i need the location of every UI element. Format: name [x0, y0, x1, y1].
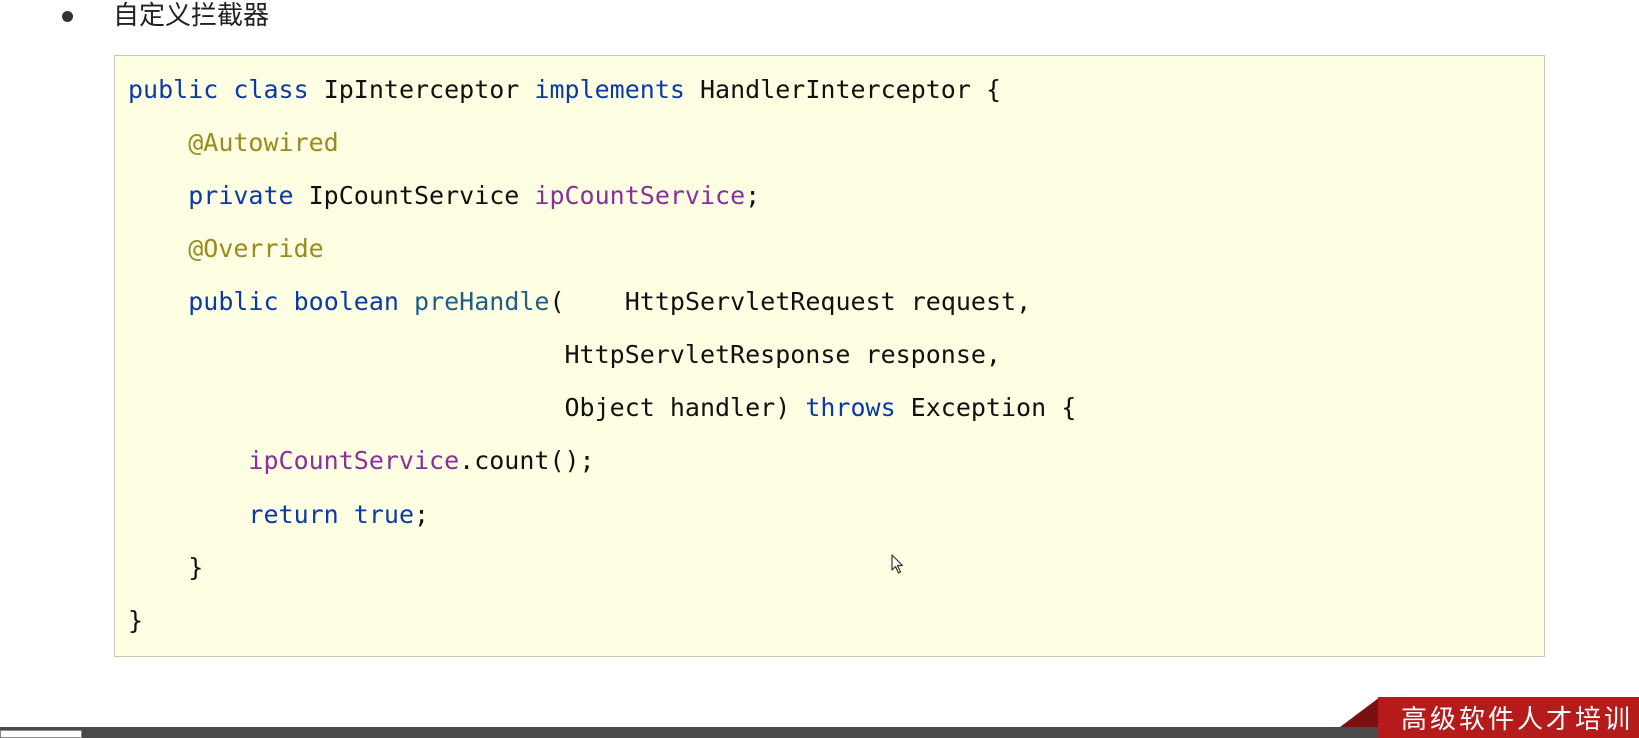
- code-token: ipCountService: [534, 181, 746, 210]
- code-token: true: [353, 500, 415, 529]
- heading-text: 自定义拦截器: [113, 1, 270, 31]
- code-token: ipCountService: [248, 446, 460, 475]
- code-token: public: [128, 75, 219, 104]
- bottom-tab[interactable]: [0, 730, 82, 738]
- code-line: public class IpInterceptor implements Ha…: [128, 73, 1001, 107]
- code-line: }: [128, 604, 143, 638]
- code-token: IpInterceptor: [308, 75, 535, 104]
- code-token: class: [233, 75, 309, 104]
- code-line: }: [128, 551, 203, 585]
- code-line: ipCountService.count();: [128, 444, 595, 478]
- code-line: @Override: [128, 232, 324, 266]
- code-token: ;: [745, 181, 761, 210]
- code-line: @Autowired: [128, 126, 339, 160]
- code-token: preHandle: [414, 287, 550, 316]
- code-token: public: [188, 287, 279, 316]
- code-token: HttpServletResponse response,: [128, 340, 1001, 369]
- code-line: Object handler) throws Exception {: [128, 391, 1076, 425]
- code-line: HttpServletResponse response,: [128, 338, 1001, 372]
- code-token: @Override: [188, 234, 324, 263]
- code-token: IpCountService: [293, 181, 535, 210]
- code-token: ( HttpServletRequest request,: [549, 287, 1032, 316]
- code-token: @Autowired: [188, 128, 339, 157]
- code-line: return true;: [128, 498, 429, 532]
- bullet-dot-icon: [62, 10, 73, 22]
- bullet-heading: 自定义拦截器: [62, 0, 269, 32]
- code-token: boolean: [293, 287, 399, 316]
- code-token: implements: [534, 75, 685, 104]
- banner-text: 高级软件人才培训: [1400, 705, 1633, 735]
- code-line: private IpCountService ipCountService;: [128, 179, 760, 213]
- code-token: .count();: [459, 446, 595, 475]
- code-token: Object handler): [128, 393, 806, 422]
- code-token: throws: [805, 393, 896, 422]
- code-line: public boolean preHandle( HttpServletReq…: [128, 285, 1031, 319]
- code-token: private: [188, 181, 294, 210]
- code-token: return: [248, 500, 339, 529]
- code-token: ;: [414, 500, 430, 529]
- brand-banner: 高级软件人才培训: [1378, 697, 1639, 738]
- mouse-pointer-icon: [891, 554, 904, 574]
- code-block: public class IpInterceptor implements Ha…: [114, 55, 1545, 657]
- code-token: }: [128, 553, 204, 582]
- code-token: HandlerInterceptor {: [684, 75, 1002, 104]
- code-token: }: [128, 606, 144, 635]
- banner-wedge: [1340, 697, 1380, 727]
- code-token: Exception {: [895, 393, 1077, 422]
